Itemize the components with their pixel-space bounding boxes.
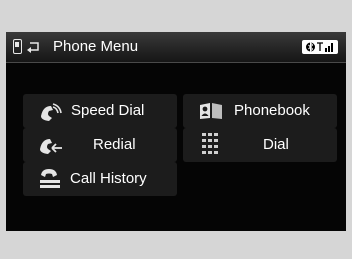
- speed-dial-icon: [41, 103, 62, 121]
- call-history-label: Call History: [70, 170, 147, 187]
- phone-icon: [13, 39, 22, 54]
- phonebook-icon: [200, 103, 222, 119]
- phonebook-button[interactable]: Phonebook: [183, 94, 337, 128]
- redial-icon: [40, 139, 62, 154]
- redial-label: Redial: [93, 136, 136, 153]
- speed-dial-button[interactable]: Speed Dial: [23, 94, 177, 128]
- back-icon[interactable]: [26, 41, 40, 53]
- phone-menu-screen: Phone Menu Speed Dial Phonebook Redial D…: [6, 32, 346, 231]
- status-indicator: [302, 40, 338, 54]
- bluetooth-icon: [306, 41, 315, 53]
- speed-dial-label: Speed Dial: [71, 102, 145, 119]
- dial-label: Dial: [263, 136, 289, 153]
- signal-icon: [317, 42, 333, 52]
- dial-button[interactable]: Dial: [183, 128, 337, 162]
- call-history-icon: [40, 169, 60, 188]
- title-bar: Phone Menu: [6, 32, 346, 63]
- call-history-button[interactable]: Call History: [23, 162, 177, 196]
- phonebook-label: Phonebook: [234, 102, 310, 119]
- redial-button[interactable]: Redial: [23, 128, 177, 162]
- page-title: Phone Menu: [53, 38, 139, 55]
- keypad-icon: [202, 133, 218, 154]
